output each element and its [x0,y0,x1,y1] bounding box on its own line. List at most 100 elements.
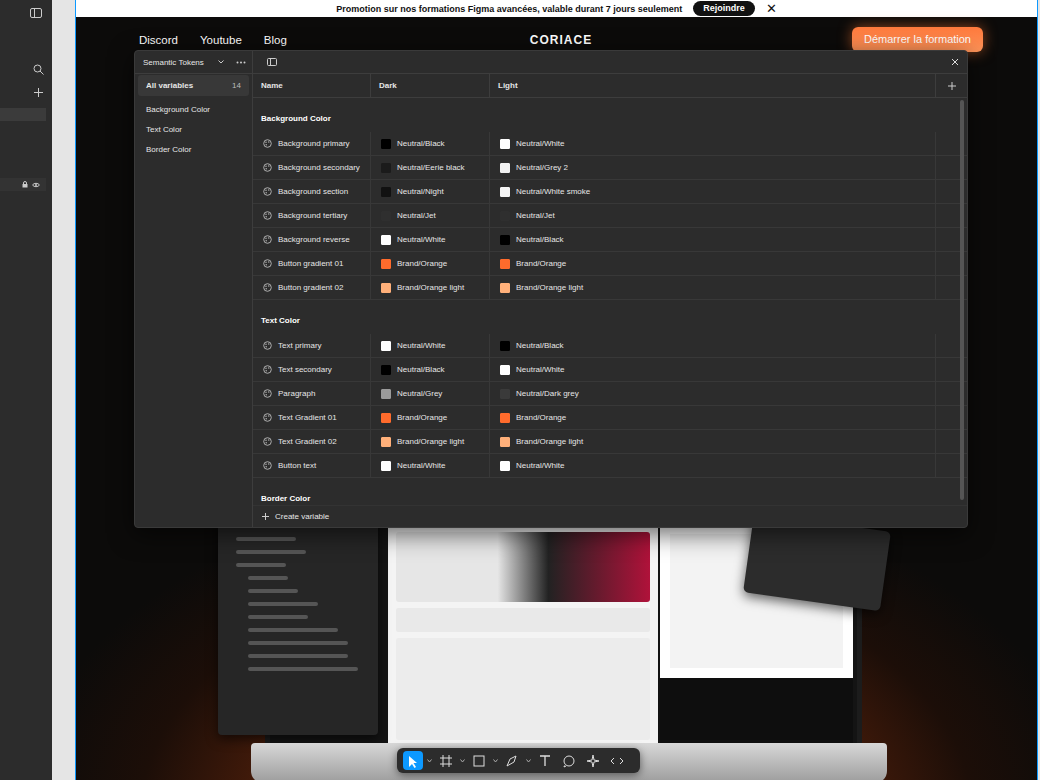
plus-icon[interactable] [948,82,956,90]
group-item[interactable]: Text Color [138,119,249,139]
variable-row[interactable]: Text primaryNeutral/WhiteNeutral/Black [253,334,967,358]
collection-name[interactable]: Semantic Tokens [143,58,204,67]
tool-icon [610,754,624,768]
table-body: Background ColorBackground primaryNeutra… [253,98,967,505]
logo[interactable]: CORIACE [530,33,592,47]
scrollbar[interactable] [960,100,964,500]
dark-value-cell[interactable]: Neutral/Night [371,180,490,203]
sidebar-toggle-icon[interactable] [267,58,277,66]
light-value-cell[interactable]: Neutral/Dark grey [490,382,936,405]
name-cell: Background primary [253,132,371,155]
panel-toggle-icon[interactable] [30,8,42,18]
column-label: Dark [379,81,397,90]
variable-row[interactable]: Button gradient 02Brand/Orange lightBran… [253,276,967,300]
toolbar-tool[interactable] [469,751,489,770]
toolbar-tool[interactable] [559,751,579,770]
variable-row[interactable]: Button gradient 01Brand/OrangeBrand/Oran… [253,252,967,276]
nav-link[interactable]: Blog [264,34,287,46]
variable-row[interactable]: ParagraphNeutral/GreyNeutral/Dark grey [253,382,967,406]
name-cell: Button gradient 01 [253,252,371,275]
dark-value-cell[interactable]: Brand/Orange light [371,430,490,453]
variable-row[interactable]: Background reverseNeutral/WhiteNeutral/B… [253,228,967,252]
color-swatch [500,341,510,351]
name-cell: Background section [253,180,371,203]
create-variable-button[interactable]: Create variable [253,505,967,527]
lock-icon[interactable] [22,181,28,188]
variable-row[interactable]: Text secondaryNeutral/BlackNeutral/White [253,358,967,382]
dark-value-cell[interactable]: Neutral/Grey [371,382,490,405]
close-icon[interactable] [951,58,959,66]
chevron-down-icon[interactable] [218,60,224,64]
join-button[interactable]: Rejoindre [693,1,755,16]
plus-icon[interactable] [34,88,43,97]
more-icon[interactable] [236,61,246,64]
dark-value-cell[interactable]: Neutral/White [371,228,490,251]
variable-row[interactable]: Text Gradient 02Brand/Orange lightBrand/… [253,430,967,454]
toolbar-tool[interactable] [535,751,555,770]
toolbar-tool[interactable] [403,751,423,770]
dark-value-cell[interactable]: Neutral/White [371,454,490,477]
column-header: Dark [371,74,490,97]
dark-value-cell[interactable]: Neutral/Black [371,358,490,381]
modal-toolbar [253,58,967,66]
dark-value-cell[interactable]: Neutral/Eerie black [371,156,490,179]
value-label: Neutral/White [397,461,445,470]
toolbar-tool[interactable] [502,751,522,770]
light-value-cell[interactable]: Brand/Orange [490,406,936,429]
toolbar-tool[interactable] [436,751,456,770]
light-value-cell[interactable]: Neutral/White smoke [490,180,936,203]
color-swatch [500,139,510,149]
group-item[interactable]: Background Color [138,99,249,119]
color-swatch [381,365,391,375]
light-value-cell[interactable]: Neutral/White [490,454,936,477]
nav-link[interactable]: Discord [139,34,178,46]
column-header: Light [490,74,936,97]
toolbar-tool[interactable] [607,751,627,770]
dark-value-cell[interactable]: Brand/Orange [371,406,490,429]
value-label: Neutral/White smoke [516,187,590,196]
light-value-cell[interactable]: Neutral/White [490,132,936,155]
nav-link[interactable]: Youtube [200,34,242,46]
value-label: Brand/Orange light [397,437,464,446]
name-cell: Background tertiary [253,204,371,227]
light-value-cell[interactable]: Brand/Orange [490,252,936,275]
cta-button[interactable]: Démarrer la formation [852,27,983,52]
variable-row[interactable]: Text Gradient 01 Brand/OrangeBrand/Orange [253,406,967,430]
layer-line [248,589,298,593]
layer-row[interactable] [0,178,46,191]
value-label: Neutral/Eerie black [397,163,465,172]
group-item[interactable]: Border Color [138,139,249,159]
variable-row[interactable]: Background sectionNeutral/Night Neutral/W… [253,180,967,204]
light-value-cell[interactable]: Brand/Orange light [490,276,936,299]
light-value-cell[interactable]: Neutral/Black [490,228,936,251]
dark-value-cell[interactable]: Brand/Orange [371,252,490,275]
variable-name: Text Gradient 01 [278,413,337,422]
chevron-down-icon [526,759,531,763]
group-count: 14 [232,81,241,90]
eye-icon[interactable] [32,182,40,188]
layer-row[interactable] [0,108,46,121]
dark-value-cell[interactable]: Brand/Orange light [371,276,490,299]
variable-row[interactable]: Background primaryNeutral/BlackNeutral/W… [253,132,967,156]
color-swatch [381,139,391,149]
variable-row[interactable]: Button textNeutral/WhiteNeutral/White [253,454,967,478]
variable-row[interactable]: Background secondaryNeutral/Eerie blackN… [253,156,967,180]
variable-row[interactable]: Background tertiaryNeutral/JetNeutral/Je… [253,204,967,228]
dark-value-cell[interactable]: Neutral/Jet [371,204,490,227]
table-header: NameDarkLight [253,74,967,98]
dark-value-cell[interactable]: Neutral/White [371,334,490,357]
search-icon[interactable] [33,64,44,75]
light-value-cell[interactable]: Neutral/Grey 2 [490,156,936,179]
name-cell: Text primary [253,334,371,357]
chevron-down-icon [493,759,498,763]
light-value-cell[interactable]: Neutral/Jet [490,204,936,227]
close-banner-button[interactable]: ✕ [766,2,777,15]
light-value-cell[interactable]: Neutral/White [490,358,936,381]
add-mode-cell [936,74,967,97]
light-value-cell[interactable]: Neutral/Black [490,334,936,357]
dark-value-cell[interactable]: Neutral/Black [371,132,490,155]
value-label: Neutral/Dark grey [516,389,579,398]
light-value-cell[interactable]: Brand/Orange light [490,430,936,453]
group-item[interactable]: All variables14 [138,75,249,96]
toolbar-tool[interactable] [583,751,603,770]
